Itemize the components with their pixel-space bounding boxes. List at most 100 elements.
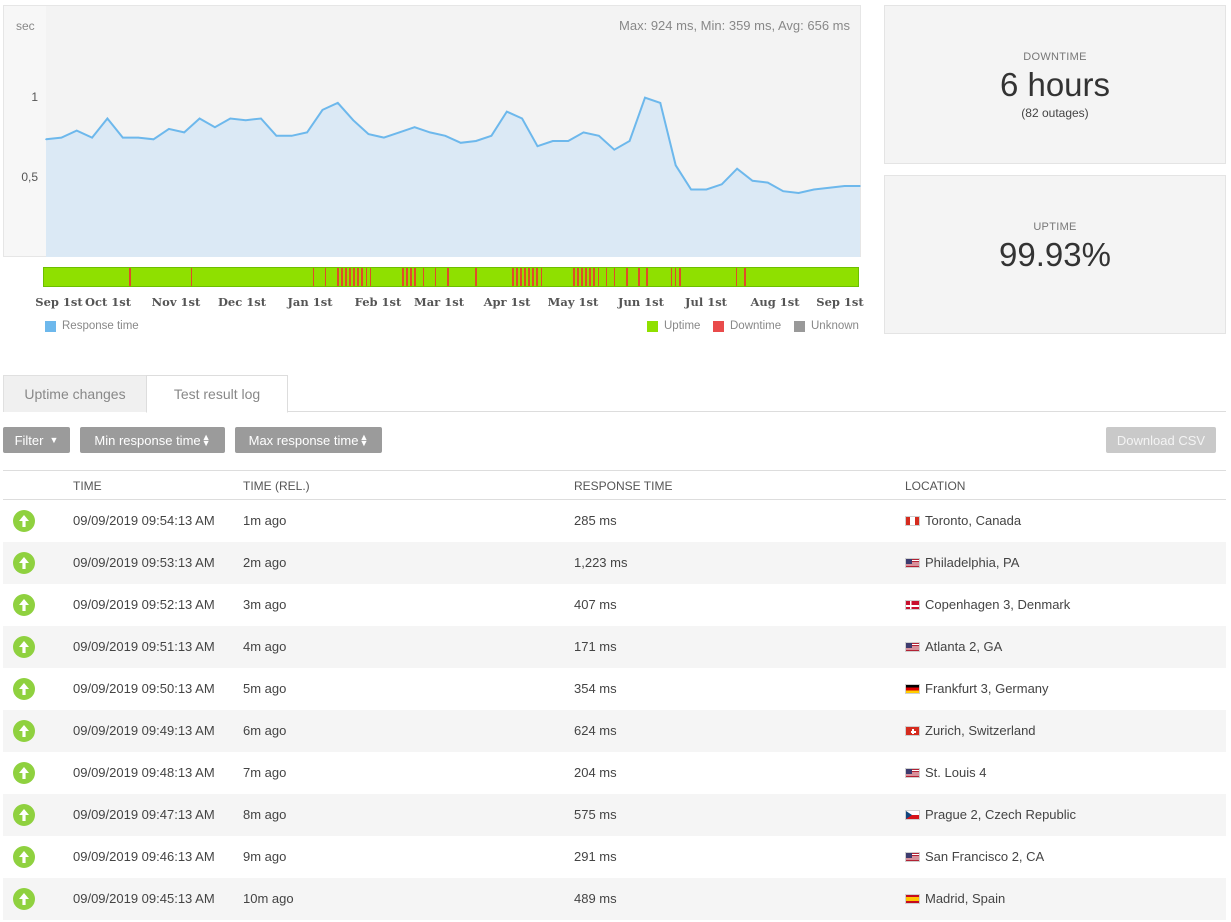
downtime-mark[interactable]: [361, 268, 364, 286]
downtime-mark[interactable]: [585, 268, 587, 286]
downtime-mark[interactable]: [357, 268, 359, 286]
downtime-mark[interactable]: [744, 268, 746, 286]
response-time-point: [813, 188, 815, 191]
download-csv-button[interactable]: Download CSV: [1106, 427, 1216, 453]
tab-test-result-log[interactable]: Test result log: [146, 375, 288, 413]
downtime-mark[interactable]: [528, 268, 530, 286]
downtime-mark[interactable]: [512, 268, 514, 286]
legend-downtime[interactable]: Downtime: [713, 320, 781, 332]
table-row[interactable]: 09/09/2019 09:49:13 AM 6m ago 624 ms Zurich…: [3, 710, 1226, 752]
downtime-mark[interactable]: [581, 268, 583, 286]
downtime-mark[interactable]: [190, 268, 193, 286]
response-time-point: [552, 140, 554, 142]
filter-button[interactable]: Filter ▼: [3, 427, 70, 453]
row-time: 09/09/2019 09:54:13 AM: [73, 513, 215, 528]
min-response-label: Min response time: [94, 432, 201, 448]
row-time-rel: 5m ago: [243, 681, 287, 696]
tab-uptime-changes[interactable]: Uptime changes: [3, 375, 147, 412]
downtime-mark[interactable]: [434, 268, 437, 286]
downtime-mark[interactable]: [129, 268, 132, 286]
downtime-mark[interactable]: [406, 268, 408, 286]
downtime-mark[interactable]: [735, 268, 738, 286]
response-time-point: [782, 190, 784, 192]
downtime-mark[interactable]: [414, 268, 416, 286]
downtime-mark[interactable]: [324, 268, 327, 286]
column-response-time[interactable]: RESPONSE TIME: [574, 479, 672, 493]
downtime-mark[interactable]: [540, 268, 543, 286]
downtime-mark[interactable]: [589, 268, 591, 286]
column-time[interactable]: TIME: [73, 479, 102, 493]
response-time-point: [690, 188, 692, 191]
table-row[interactable]: 09/09/2019 09:54:13 AM 1m ago 285 ms Toront…: [3, 500, 1226, 542]
downtime-mark[interactable]: [337, 268, 339, 286]
downtime-mark[interactable]: [402, 268, 404, 286]
table-row[interactable]: 09/09/2019 09:45:13 AM 10m ago 489 ms Madri…: [3, 878, 1226, 920]
column-time-rel[interactable]: TIME (REL.): [243, 479, 310, 493]
switzerland-flag-icon: [905, 726, 920, 736]
downtime-mark[interactable]: [369, 268, 372, 286]
response-time-point: [306, 131, 308, 134]
min-response-time-button[interactable]: Min response time ▲ ▼: [80, 427, 225, 453]
row-response-time: 575 ms: [574, 807, 617, 822]
row-location-label: Zurich, Switzerland: [925, 723, 1036, 738]
downtime-mark[interactable]: [577, 268, 579, 286]
downtime-mark[interactable]: [349, 268, 351, 286]
downtime-mark[interactable]: [341, 268, 343, 286]
downtime-mark[interactable]: [638, 268, 640, 286]
downtime-mark[interactable]: [613, 268, 616, 286]
column-location[interactable]: LOCATION: [905, 479, 965, 493]
legend-unknown[interactable]: Unknown: [794, 320, 859, 332]
sort-icon: ▲ ▼: [359, 432, 369, 448]
row-location: Madrid, Spain: [905, 891, 1005, 906]
downtime-mark[interactable]: [345, 268, 347, 286]
response-time-point: [506, 110, 508, 113]
table-row[interactable]: 09/09/2019 09:50:13 AM 5m ago 354 ms Frankf…: [3, 668, 1226, 710]
table-row[interactable]: 09/09/2019 09:47:13 AM 8m ago 575 ms Prague…: [3, 794, 1226, 836]
downtime-mark[interactable]: [524, 268, 526, 286]
downtime-mark[interactable]: [365, 268, 368, 286]
status-up-icon: [13, 846, 35, 868]
table-header: TIME TIME (REL.) RESPONSE TIME LOCATION: [3, 470, 1226, 500]
uptime-label: UPTIME: [1033, 221, 1077, 233]
downtime-mark[interactable]: [605, 268, 608, 286]
row-location-label: St. Louis 4: [925, 765, 987, 780]
x-tick-label: Jan 1st: [287, 295, 333, 309]
downtime-mark[interactable]: [674, 268, 677, 286]
downtime-mark[interactable]: [597, 268, 600, 286]
downtime-mark[interactable]: [678, 268, 681, 286]
downtime-mark[interactable]: [410, 268, 412, 286]
response-time-point: [106, 117, 109, 120]
table-row[interactable]: 09/09/2019 09:48:13 AM 7m ago 204 ms St. Lo…: [3, 752, 1226, 794]
downtime-mark[interactable]: [532, 268, 534, 286]
downtime-mark[interactable]: [670, 268, 673, 286]
uptime-status-strip: [43, 267, 859, 287]
x-tick-label: Feb 1st: [354, 295, 402, 309]
table-row[interactable]: 09/09/2019 09:46:13 AM 9m ago 291 ms San Fr…: [3, 836, 1226, 878]
max-response-time-button[interactable]: Max response time ▲ ▼: [235, 427, 382, 453]
table-row[interactable]: 09/09/2019 09:52:13 AM 3m ago 407 ms Copenh…: [3, 584, 1226, 626]
response-time-point: [122, 136, 124, 139]
downtime-mark[interactable]: [516, 268, 518, 286]
downtime-mark[interactable]: [646, 268, 648, 286]
row-time: 09/09/2019 09:50:13 AM: [73, 681, 215, 696]
max-response-label: Max response time: [248, 432, 359, 448]
us-flag-icon: [905, 558, 920, 568]
downtime-mark[interactable]: [573, 268, 575, 286]
downtime-mark[interactable]: [353, 268, 355, 286]
downtime-mark[interactable]: [422, 268, 425, 286]
downtime-mark[interactable]: [520, 268, 522, 286]
downtime-mark[interactable]: [593, 268, 596, 286]
downtime-mark[interactable]: [626, 268, 628, 286]
downtime-mark[interactable]: [446, 268, 449, 286]
response-time-point: [321, 109, 324, 111]
x-tick-label: Nov 1st: [151, 295, 201, 309]
legend-uptime[interactable]: Uptime: [647, 320, 700, 332]
table-row[interactable]: 09/09/2019 09:53:13 AM 2m ago 1,223 ms Phil…: [3, 542, 1226, 584]
caret-down-icon: ▼: [49, 435, 59, 445]
response-time-point: [137, 136, 139, 139]
legend-response-time[interactable]: Response time: [45, 320, 139, 332]
table-row[interactable]: 09/09/2019 09:51:13 AM 4m ago 171 ms Atlant…: [3, 626, 1226, 668]
downtime-mark[interactable]: [312, 268, 315, 286]
downtime-mark[interactable]: [475, 268, 477, 286]
downtime-mark[interactable]: [536, 268, 539, 286]
